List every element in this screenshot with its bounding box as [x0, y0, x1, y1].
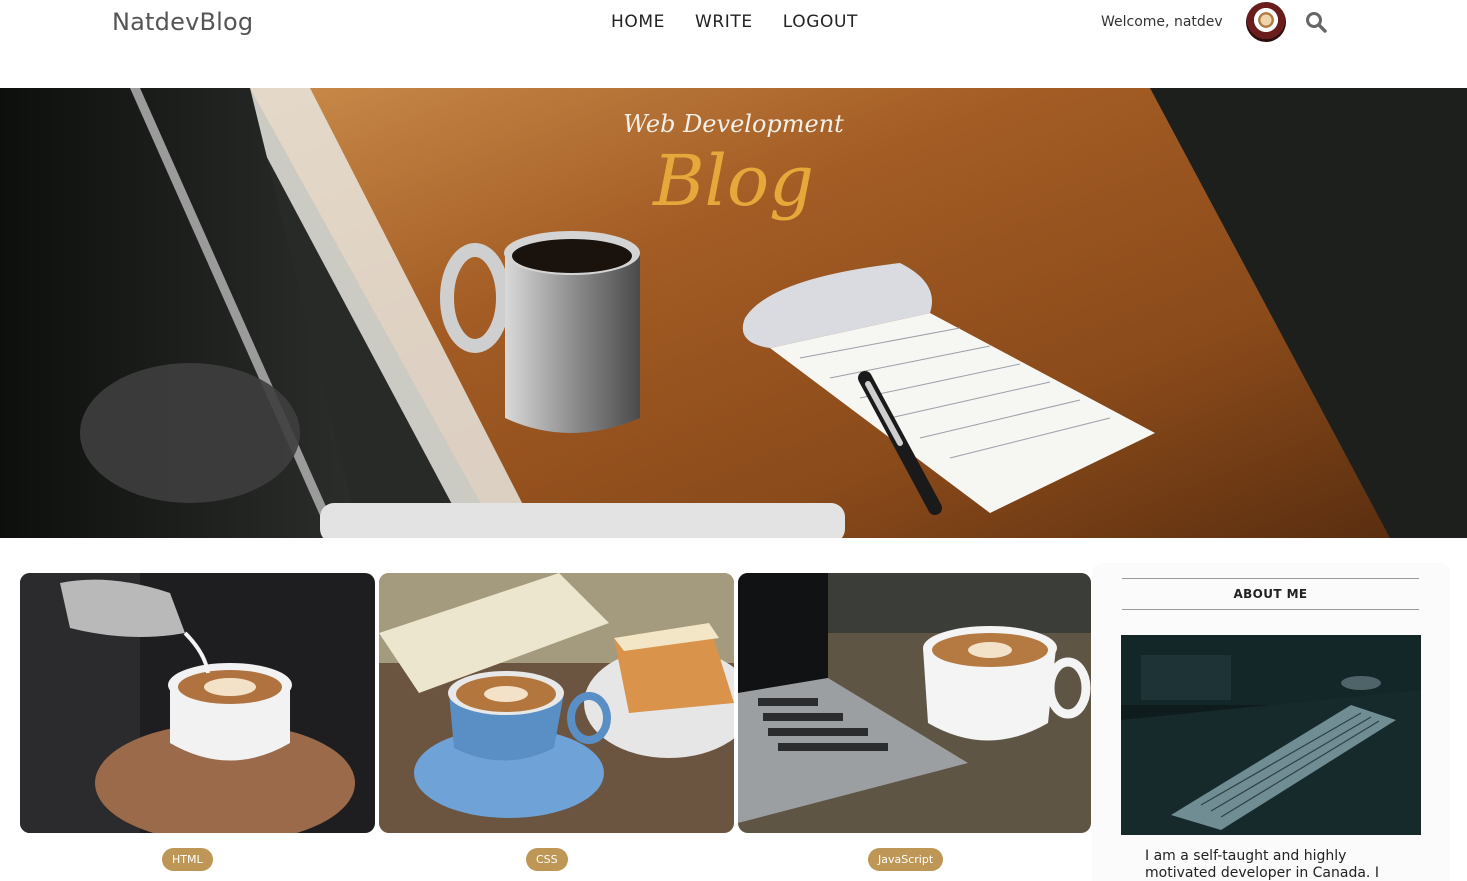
post-thumbnail[interactable]	[738, 573, 1091, 833]
top-navbar: NatdevBlog HOME WRITE LOGOUT Welcome, na…	[0, 0, 1467, 88]
welcome-text: Welcome, natdev	[1101, 14, 1223, 30]
main-nav: HOME WRITE LOGOUT	[611, 12, 858, 32]
post-thumbnail[interactable]	[379, 573, 734, 833]
category-tag[interactable]: CSS	[526, 848, 568, 871]
category-tag[interactable]: HTML	[162, 848, 213, 871]
nav-home-link[interactable]: HOME	[611, 12, 665, 32]
category-tag[interactable]: JavaScript	[868, 848, 944, 871]
profile-avatar[interactable]	[1246, 2, 1286, 42]
post-thumbnail[interactable]	[20, 573, 375, 833]
hero-subtitle: Web Development	[623, 110, 844, 138]
about-me-heading: ABOUT ME	[1122, 578, 1419, 610]
hero-title: Blog	[653, 140, 814, 222]
site-logo[interactable]: NatdevBlog	[112, 8, 253, 36]
about-me-image	[1121, 635, 1421, 835]
hero-banner: Web Development Blog	[0, 88, 1467, 538]
about-me-text: I am a self-taught and highly motivated …	[1145, 848, 1379, 881]
sidebar: ABOUT ME I am a self-taught and highly m…	[1092, 563, 1450, 881]
nav-logout-link[interactable]: LOGOUT	[783, 12, 858, 32]
nav-write-link[interactable]: WRITE	[695, 12, 753, 32]
search-icon[interactable]	[1305, 11, 1327, 33]
